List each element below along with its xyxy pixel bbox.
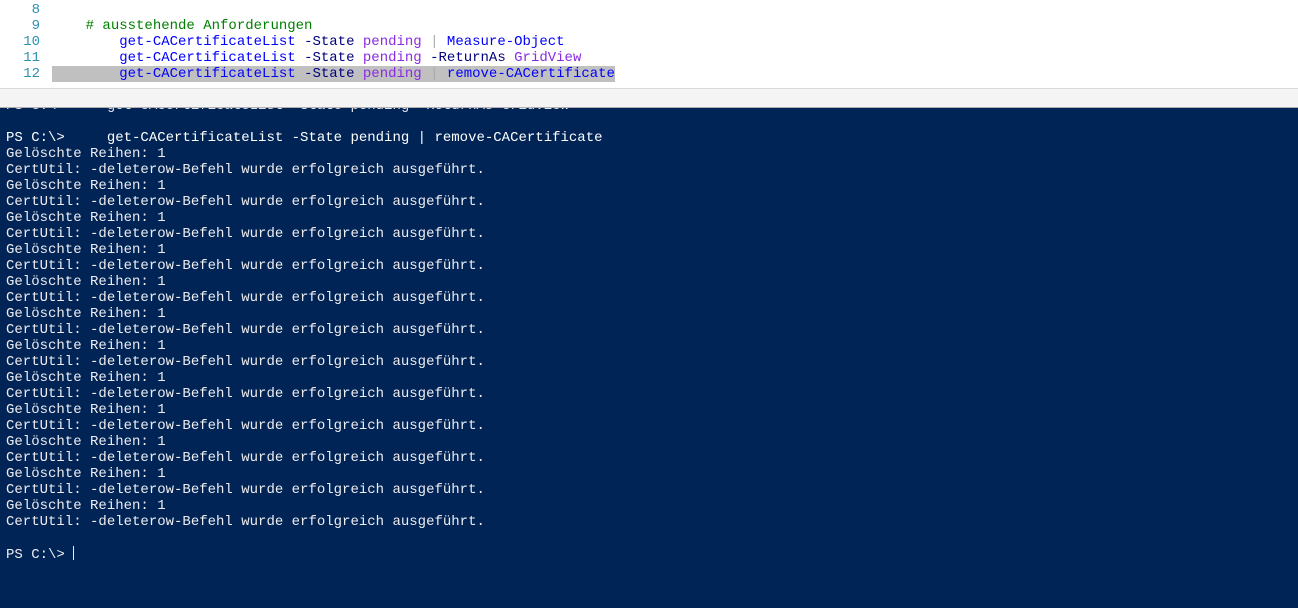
console-output-line: Gelöschte Reihen: 1 bbox=[6, 178, 1292, 194]
code-token: get-CACertificateList bbox=[119, 50, 295, 66]
console-output-line: Gelöschte Reihen: 1 bbox=[6, 498, 1292, 514]
console-blank-line bbox=[6, 114, 1292, 130]
code-token: -State bbox=[304, 34, 354, 50]
console-output-line: Gelöschte Reihen: 1 bbox=[6, 402, 1292, 418]
prompt-text: PS C:\> bbox=[6, 547, 73, 563]
code-token: Measure-Object bbox=[447, 34, 565, 50]
code-token bbox=[422, 34, 430, 50]
console-output-line: CertUtil: -deleterow-Befehl wurde erfolg… bbox=[6, 386, 1292, 402]
code-token bbox=[506, 50, 514, 66]
console-command-line: PS C:\> get-CACertificateList -State pen… bbox=[6, 130, 1292, 146]
script-editor-pane[interactable]: 89 # ausstehende Anforderungen10 get-CAC… bbox=[0, 0, 1298, 88]
console-output-line: Gelöschte Reihen: 1 bbox=[6, 338, 1292, 354]
console-output-line: CertUtil: -deleterow-Befehl wurde erfolg… bbox=[6, 322, 1292, 338]
code-token: get-CACertificateList bbox=[119, 34, 295, 50]
editor-line[interactable]: 8 bbox=[0, 2, 1298, 18]
code-content[interactable]: get-CACertificateList -State pending -Re… bbox=[52, 50, 1298, 66]
console-prompt[interactable]: PS C:\> bbox=[6, 546, 1292, 562]
editor-line[interactable]: 12 get-CACertificateList -State pending … bbox=[0, 66, 1298, 82]
editor-line[interactable]: 11 get-CACertificateList -State pending … bbox=[0, 50, 1298, 66]
code-token bbox=[52, 34, 119, 50]
console-output-line: Gelöschte Reihen: 1 bbox=[6, 466, 1292, 482]
code-token: pending bbox=[363, 50, 422, 66]
code-token bbox=[354, 50, 362, 66]
console-output-line: CertUtil: -deleterow-Befehl wurde erfolg… bbox=[6, 514, 1292, 530]
console-output-line: Gelöschte Reihen: 1 bbox=[6, 210, 1292, 226]
code-content[interactable]: # ausstehende Anforderungen bbox=[52, 18, 1298, 34]
pane-divider[interactable] bbox=[0, 88, 1298, 108]
code-token: | bbox=[430, 66, 438, 82]
code-token: -State bbox=[304, 50, 354, 66]
line-number: 10 bbox=[0, 34, 52, 50]
console-output-line: Gelöschte Reihen: 1 bbox=[6, 370, 1292, 386]
code-token: remove-CACertificate bbox=[447, 66, 615, 82]
editor-line[interactable]: 9 # ausstehende Anforderungen bbox=[0, 18, 1298, 34]
console-output-line: CertUtil: -deleterow-Befehl wurde erfolg… bbox=[6, 354, 1292, 370]
code-token bbox=[422, 50, 430, 66]
console-blank-line bbox=[6, 530, 1292, 546]
console-cutoff-line: PS C:\> get-CACertificateList -State pen… bbox=[6, 108, 1292, 114]
code-token bbox=[52, 18, 86, 34]
line-number: 8 bbox=[0, 2, 52, 18]
editor-line[interactable]: 10 get-CACertificateList -State pending … bbox=[0, 34, 1298, 50]
console-output-line: Gelöschte Reihen: 1 bbox=[6, 242, 1292, 258]
code-token bbox=[354, 66, 362, 82]
powershell-console-pane[interactable]: PS C:\> get-CACertificateList -State pen… bbox=[0, 108, 1298, 608]
code-token: get-CACertificateList bbox=[119, 66, 295, 82]
console-output-line: CertUtil: -deleterow-Befehl wurde erfolg… bbox=[6, 450, 1292, 466]
code-content[interactable]: get-CACertificateList -State pending | M… bbox=[52, 34, 1298, 50]
code-token bbox=[296, 50, 304, 66]
code-token: GridView bbox=[514, 50, 581, 66]
console-output-line: CertUtil: -deleterow-Befehl wurde erfolg… bbox=[6, 290, 1292, 306]
line-number: 12 bbox=[0, 66, 52, 82]
console-output-line: Gelöschte Reihen: 1 bbox=[6, 146, 1292, 162]
code-token: -ReturnAs bbox=[430, 50, 506, 66]
code-token bbox=[296, 66, 304, 82]
line-number: 9 bbox=[0, 18, 52, 34]
code-token: pending bbox=[363, 66, 422, 82]
code-token bbox=[439, 34, 447, 50]
code-token bbox=[422, 66, 430, 82]
console-output-line: CertUtil: -deleterow-Befehl wurde erfolg… bbox=[6, 258, 1292, 274]
code-token bbox=[354, 34, 362, 50]
code-token bbox=[296, 34, 304, 50]
code-token: pending bbox=[363, 34, 422, 50]
console-output-line: CertUtil: -deleterow-Befehl wurde erfolg… bbox=[6, 162, 1292, 178]
code-token: -State bbox=[304, 66, 354, 82]
cursor bbox=[73, 546, 74, 560]
console-output-line: Gelöschte Reihen: 1 bbox=[6, 274, 1292, 290]
code-content[interactable] bbox=[52, 2, 1298, 18]
console-output-line: CertUtil: -deleterow-Befehl wurde erfolg… bbox=[6, 226, 1292, 242]
code-token bbox=[52, 50, 119, 66]
code-token bbox=[52, 66, 119, 82]
line-number: 11 bbox=[0, 50, 52, 66]
code-token bbox=[439, 66, 447, 82]
console-output-line: CertUtil: -deleterow-Befehl wurde erfolg… bbox=[6, 418, 1292, 434]
console-output-line: CertUtil: -deleterow-Befehl wurde erfolg… bbox=[6, 482, 1292, 498]
console-output-line: Gelöschte Reihen: 1 bbox=[6, 306, 1292, 322]
code-token: # ausstehende Anforderungen bbox=[86, 18, 313, 34]
console-output-line: Gelöschte Reihen: 1 bbox=[6, 434, 1292, 450]
code-content[interactable]: get-CACertificateList -State pending | r… bbox=[52, 66, 1298, 82]
code-token: | bbox=[430, 34, 438, 50]
console-output-line: CertUtil: -deleterow-Befehl wurde erfolg… bbox=[6, 194, 1292, 210]
